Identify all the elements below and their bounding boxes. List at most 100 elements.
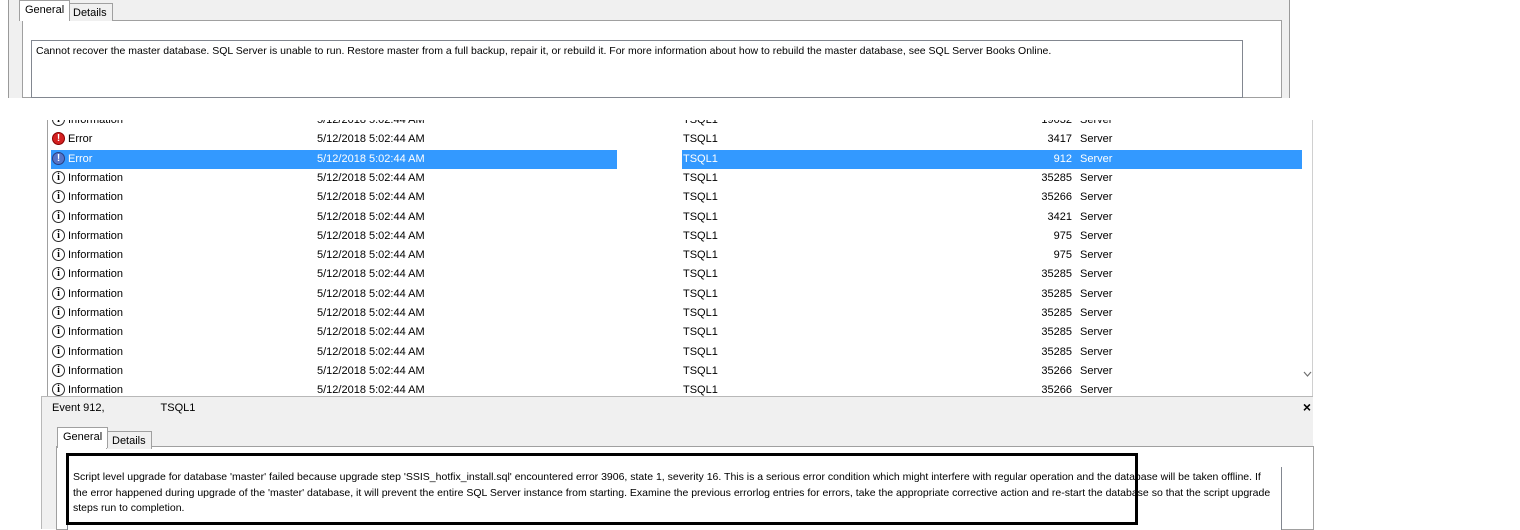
event-id: 35266 — [1041, 384, 1072, 396]
detail-tab-general[interactable]: General — [57, 427, 109, 448]
event-date: 5/12/2018 5:02:44 AM — [317, 210, 425, 223]
event-source: TSQL1 — [683, 268, 718, 281]
event-level: Information — [68, 345, 124, 358]
event-level: Information — [68, 326, 124, 339]
event-level: Error — [68, 133, 93, 146]
information-icon: i — [52, 306, 65, 319]
event-id: 35285 — [1041, 287, 1072, 300]
event-row[interactable]: i Information 5/12/2018 5:02:44 AM TSQL1 352… — [50, 304, 1302, 323]
event-level: Information — [68, 120, 124, 126]
event-date: 5/12/2018 5:02:44 AM — [317, 345, 425, 358]
event-category: Server — [1080, 229, 1113, 242]
event-id: 35285 — [1041, 268, 1072, 281]
detail-tab-details[interactable]: Details — [106, 431, 152, 449]
event-date: 5/12/2018 5:02:44 AM — [317, 287, 425, 300]
information-icon: i — [52, 228, 65, 242]
event-source: TSQL1 — [683, 133, 718, 146]
event-source: TSQL1 — [683, 191, 718, 204]
event-row[interactable]: i Information 5/12/2018 5:02:44 AM TSQL1 352… — [50, 188, 1302, 207]
event-source: TSQL1 — [683, 384, 718, 396]
event-category: Server — [1080, 133, 1113, 146]
event-row[interactable]: ! Error 5/12/2018 5:02:44 AM TSQL1 912 Server — [50, 149, 1302, 169]
event-id: 3421 — [1047, 210, 1072, 223]
event-date: 5/12/2018 5:02:44 AM — [317, 133, 425, 146]
error-icon: ! — [52, 132, 65, 146]
scroll-down-arrow-icon[interactable] — [1303, 370, 1312, 396]
event-detail-pane: Event 912, TSQL1 × General Details Scrip… — [41, 396, 1314, 530]
event-id: 19032 — [1041, 120, 1072, 126]
event-date: 5/12/2018 5:02:44 AM — [317, 229, 425, 242]
event-date: 5/12/2018 5:02:44 AM — [317, 191, 425, 204]
error-icon: ! — [52, 151, 65, 165]
detail-message-text: Script level upgrade for database 'maste… — [73, 471, 1271, 514]
event-date: 5/12/2018 5:02:44 AM — [317, 364, 425, 377]
event-id: 3417 — [1047, 133, 1072, 146]
detail-event-id: Event 912, — [52, 402, 105, 414]
top-message-box[interactable]: Cannot recover the master database. SQL … — [31, 40, 1243, 98]
event-row[interactable]: i Information 5/12/2018 5:02:44 AM TSQL1 975… — [50, 246, 1302, 265]
row-selection-highlight — [682, 149, 1302, 169]
event-date: 5/12/2018 5:02:44 AM — [317, 120, 425, 126]
event-level: Information — [68, 171, 124, 184]
top-event-properties-panel: General Details Cannot recover the maste… — [8, 0, 1290, 98]
information-icon: i — [52, 170, 65, 184]
event-id: 35285 — [1041, 171, 1072, 184]
information-icon: i — [52, 267, 65, 281]
top-tab-details[interactable]: Details — [67, 3, 113, 21]
event-id: 975 — [1053, 229, 1072, 242]
event-id: 35285 — [1041, 307, 1072, 319]
close-icon[interactable]: × — [1303, 399, 1311, 415]
event-level: Information — [68, 229, 124, 242]
event-source: TSQL1 — [683, 287, 718, 300]
event-category: Server — [1080, 210, 1113, 223]
event-category: Server — [1080, 364, 1113, 377]
event-id: 35266 — [1041, 364, 1072, 377]
event-level: Information — [68, 249, 124, 262]
event-category: Server — [1080, 345, 1113, 358]
event-category: Server — [1080, 120, 1113, 126]
information-icon: i — [52, 248, 65, 262]
event-level: Error — [68, 152, 93, 165]
event-source: TSQL1 — [683, 152, 718, 165]
event-source: TSQL1 — [683, 364, 718, 377]
event-level: Information — [68, 268, 124, 281]
event-row[interactable]: i Information 5/12/2018 5:02:44 AM TSQL1 352… — [50, 285, 1302, 304]
event-row[interactable]: i Information 5/12/2018 5:02:44 AM TSQL1 352… — [50, 265, 1302, 284]
event-source: TSQL1 — [683, 249, 718, 262]
detail-message-box[interactable]: Script level upgrade for database 'maste… — [67, 467, 1282, 530]
event-row[interactable]: i Information 5/12/2018 5:02:44 AM TSQL1 352… — [50, 169, 1302, 188]
event-row[interactable]: i Information 5/12/2018 5:02:44 AM TSQL1 352… — [50, 381, 1302, 396]
event-list-grid[interactable]: iInformation5/12/2018 5:02:44 AMTSQL1190… — [47, 120, 1313, 396]
event-source: TSQL1 — [683, 210, 718, 223]
event-row[interactable]: i Information 5/12/2018 5:02:44 AM TSQL1 975… — [50, 227, 1302, 246]
information-icon: i — [52, 209, 65, 223]
event-row[interactable]: i Information 5/12/2018 5:02:44 AM TSQL1 352… — [50, 343, 1302, 362]
event-id: 35266 — [1041, 191, 1072, 204]
event-category: Server — [1080, 287, 1113, 300]
event-date: 5/12/2018 5:02:44 AM — [317, 326, 425, 339]
information-icon: i — [52, 344, 65, 358]
event-date: 5/12/2018 5:02:44 AM — [317, 384, 425, 396]
event-id: 35285 — [1041, 326, 1072, 339]
event-category: Server — [1080, 384, 1113, 396]
event-row[interactable]: iInformation 5/12/2018 5:02:44 AM TSQL1 190… — [50, 120, 1302, 130]
event-date: 5/12/2018 5:02:44 AM — [317, 171, 425, 184]
top-message-text: Cannot recover the master database. SQL … — [36, 45, 1052, 57]
event-row[interactable]: ! Error 5/12/2018 5:02:44 AM TSQL1 3417 Serve… — [50, 130, 1302, 149]
event-row[interactable]: i Information 5/12/2018 5:02:44 AM TSQL1 342… — [50, 208, 1302, 227]
event-row[interactable]: i Information 5/12/2018 5:02:44 AM TSQL1 352… — [50, 362, 1302, 381]
top-tab-general[interactable]: General — [19, 0, 71, 21]
event-level: Information — [68, 384, 124, 396]
event-level: Information — [68, 210, 124, 223]
event-category: Server — [1080, 191, 1113, 204]
event-id: 35285 — [1041, 345, 1072, 358]
information-icon: i — [52, 325, 65, 339]
information-icon: i — [52, 363, 65, 377]
event-source: TSQL1 — [683, 120, 718, 126]
event-id: 975 — [1053, 249, 1072, 262]
information-icon: i — [52, 286, 65, 300]
information-icon: i — [52, 120, 65, 126]
event-source: TSQL1 — [683, 307, 718, 319]
event-row[interactable]: i Information 5/12/2018 5:02:44 AM TSQL1 352… — [50, 323, 1302, 342]
event-level: Information — [68, 287, 124, 300]
